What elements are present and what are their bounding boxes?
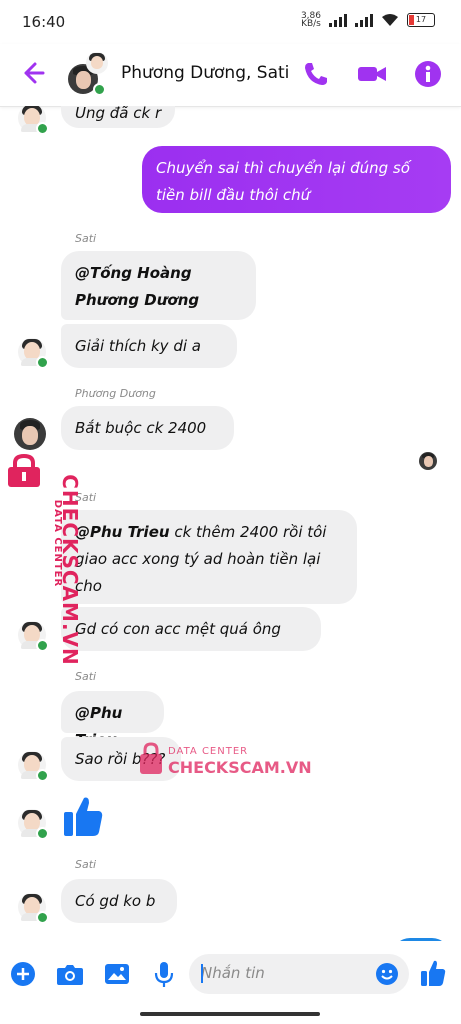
message-bubble[interactable]: Bắt buộc ck 2400 <box>61 406 234 450</box>
message-bubble[interactable]: Có gd ko b <box>61 879 177 923</box>
watermark-center: DATA CENTER CHECKSCAM.VN <box>138 742 312 780</box>
back-arrow-icon[interactable] <box>20 60 46 86</box>
status-bar: 16:40 3,86 KB/s 17 <box>0 0 461 44</box>
image-icon[interactable] <box>104 961 130 987</box>
chat-title[interactable]: Phương Dương, Sati <box>121 63 289 83</box>
mention[interactable]: @Tống Hoàng Phương Dương <box>75 264 199 309</box>
mention[interactable]: @Phu Trieu <box>75 523 170 541</box>
home-indicator <box>140 1012 320 1016</box>
avatar-phuong-duong <box>14 418 46 450</box>
message-bubble[interactable]: @Phu Trieu ck thêm 2400 rồi tôi giao acc… <box>61 510 357 604</box>
microphone-icon[interactable] <box>154 961 174 989</box>
like-thumbs-up-icon[interactable] <box>62 794 104 838</box>
info-icon[interactable] <box>414 60 442 88</box>
lock-icon <box>8 454 40 487</box>
message-bubble[interactable]: Giải thích ky di a <box>61 324 237 368</box>
phone-icon[interactable] <box>302 60 330 88</box>
plus-icon[interactable] <box>10 961 36 987</box>
signal-icon <box>329 13 347 27</box>
sender-name: Phương Dương <box>75 387 156 400</box>
sender-name: Sati <box>75 232 97 245</box>
seen-avatar <box>419 452 437 470</box>
avatar-sati <box>18 338 49 369</box>
wifi-icon <box>382 14 398 26</box>
message-bubble[interactable]: @Tống Hoàng Phương Dương <box>61 251 256 320</box>
text-caret <box>201 964 203 983</box>
watermark-brand: CHECKSCAM.VN <box>168 758 312 777</box>
message-bubble[interactable]: Ủng đã ck r <box>61 106 176 128</box>
avatar-sati <box>18 893 49 924</box>
signal-icon-2 <box>355 13 373 27</box>
video-call-icon[interactable] <box>357 60 387 88</box>
avatar-sati <box>18 106 49 135</box>
watermark-side: DATA CENTER CHECKSCAM.VN <box>4 454 82 666</box>
lock-icon <box>140 742 162 774</box>
partial-sent-bubble[interactable] <box>392 938 450 941</box>
battery-icon: 17 <box>407 13 435 27</box>
group-avatar[interactable] <box>66 52 110 96</box>
message-input[interactable]: Nhắn tin <box>189 954 409 994</box>
sender-name: Sati <box>75 858 97 871</box>
avatar-sati <box>18 809 49 840</box>
watermark-label: DATA CENTER <box>168 746 249 757</box>
status-icons: 3,86 KB/s 17 <box>300 11 435 29</box>
watermark-brand: CHECKSCAM.VN <box>57 474 82 666</box>
like-button-icon[interactable] <box>420 959 446 987</box>
sender-name: Sati <box>75 670 97 683</box>
message-bubble[interactable]: Gd có con acc mệt quá ông <box>61 607 321 651</box>
camera-icon[interactable] <box>56 961 84 987</box>
group-avatar-front <box>86 52 108 74</box>
avatar-sati <box>18 751 49 782</box>
clock: 16:40 <box>22 13 66 31</box>
online-indicator <box>93 83 106 96</box>
message-bubble[interactable]: @Phu Trieu <box>61 691 164 749</box>
emoji-icon[interactable] <box>375 962 399 986</box>
net-speed: 3,86 KB/s <box>300 11 321 29</box>
message-input-placeholder: Nhắn tin <box>201 964 265 982</box>
sent-message-bubble[interactable]: Chuyển sai thì chuyển lại đúng số tiền b… <box>142 146 451 213</box>
